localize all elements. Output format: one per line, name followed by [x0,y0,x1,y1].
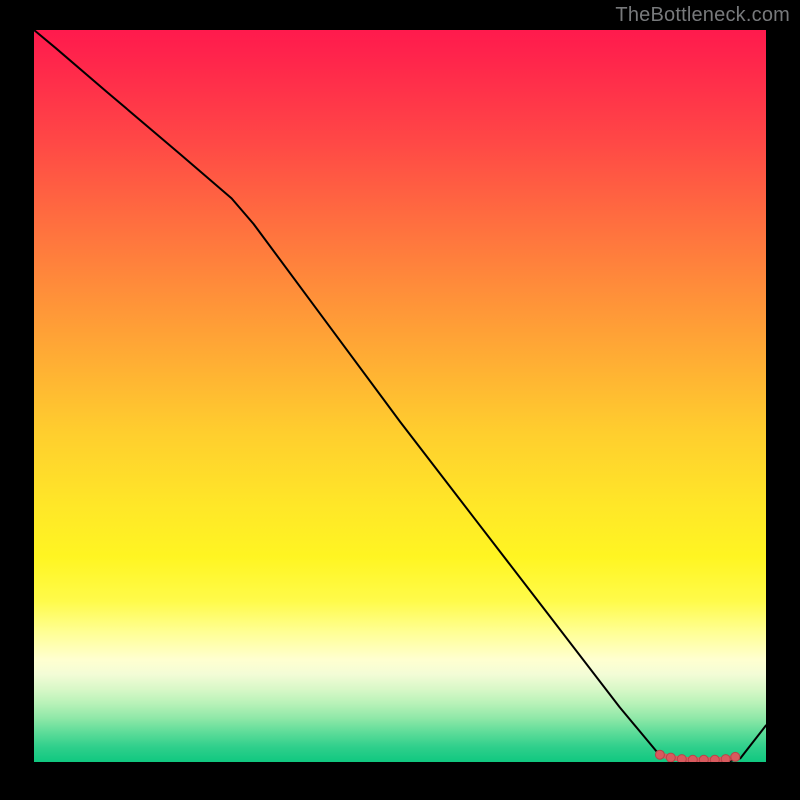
chart-container: TheBottleneck.com [0,0,800,800]
marker-dot [677,755,686,762]
plot-area [34,30,766,762]
attribution-text: TheBottleneck.com [615,4,790,27]
marker-dot [721,755,730,762]
marker-dot [731,752,740,761]
marker-dot [699,755,708,762]
marker-group [655,750,739,762]
marker-dot [666,753,675,762]
marker-dot [710,755,719,762]
chart-overlay [34,30,766,762]
marker-dot [688,755,697,762]
data-line [34,30,766,762]
marker-dot [655,750,664,759]
